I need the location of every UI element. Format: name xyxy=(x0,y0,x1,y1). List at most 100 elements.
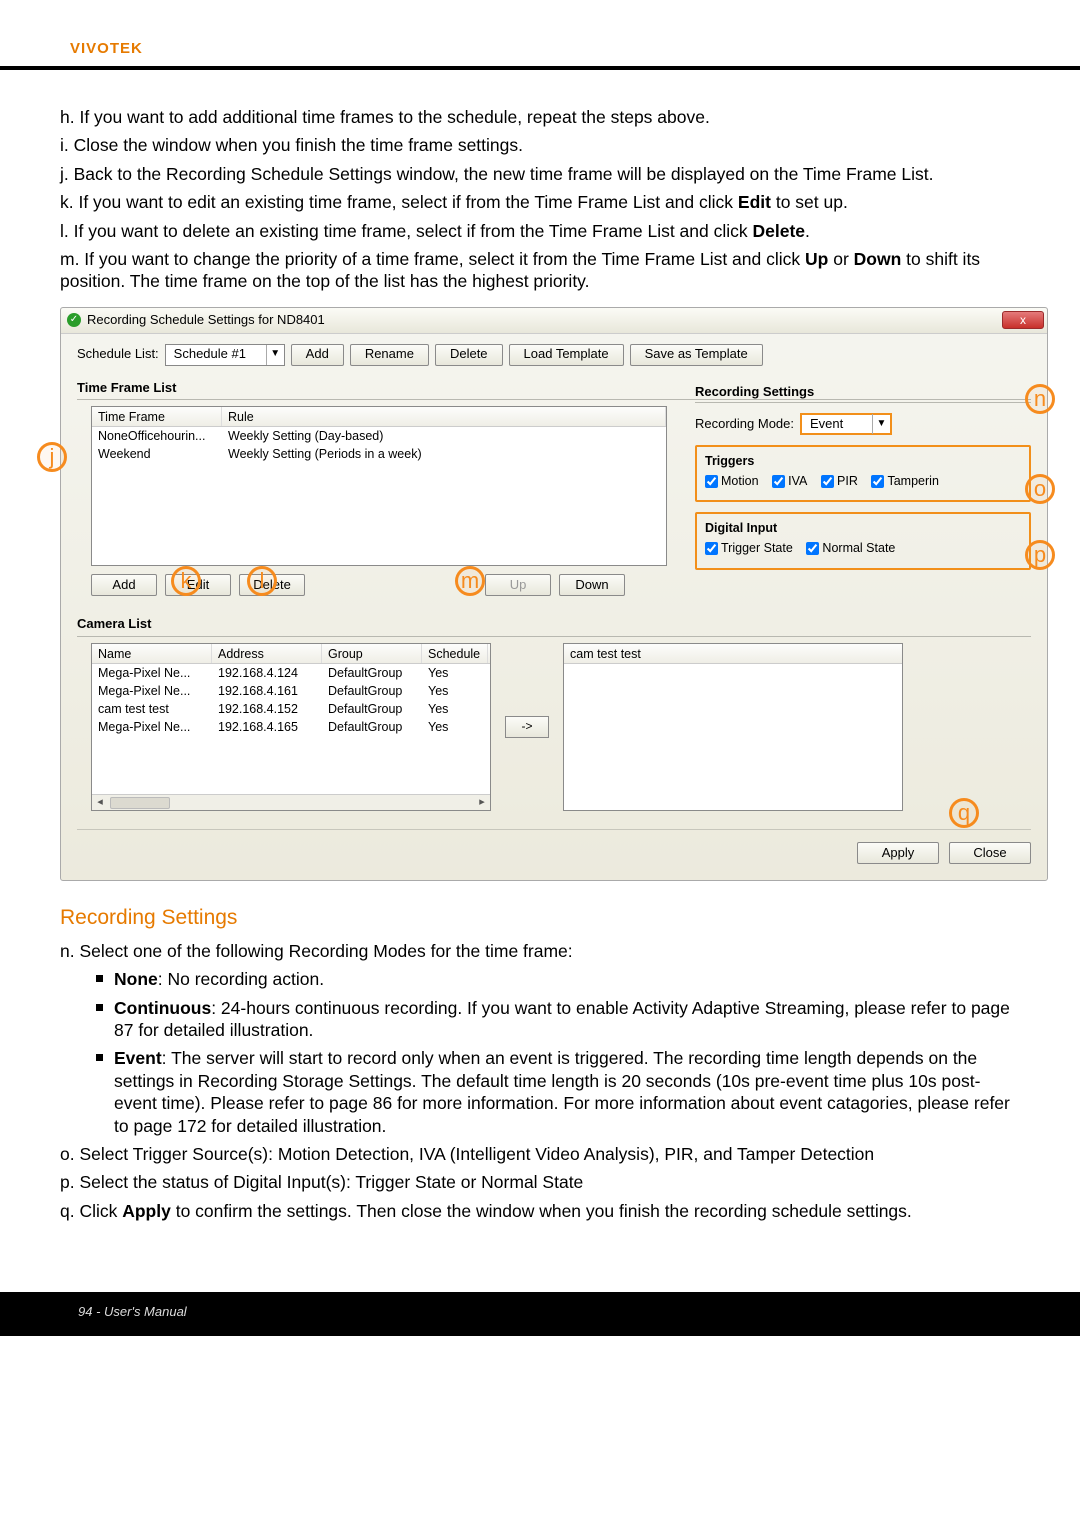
app-icon: ✓ xyxy=(67,313,81,327)
cam-name: Mega-Pixel Ne... xyxy=(92,682,212,700)
triggers-group: Triggers Motion IVA PIR Tamperin xyxy=(695,445,1031,502)
cam-address: 192.168.4.165 xyxy=(212,718,322,736)
cam-group: DefaultGroup xyxy=(322,700,422,718)
annotation-j: j xyxy=(37,442,67,472)
chevron-down-icon[interactable]: ▼ xyxy=(266,345,284,365)
tf-row-rule: Weekly Setting (Periods in a week) xyxy=(222,445,666,463)
titlebar: ✓ Recording Schedule Settings for ND8401… xyxy=(61,308,1047,334)
instr-k-pre: k. If you want to edit an existing time … xyxy=(60,192,738,212)
instr-q-b: Apply xyxy=(122,1201,171,1221)
iva-label: IVA xyxy=(788,473,807,489)
selected-camera-head: cam test test xyxy=(564,644,902,664)
scroll-left-icon[interactable]: ◂ xyxy=(92,795,108,809)
instr-p: p. Select the status of Digital Input(s)… xyxy=(60,1171,1020,1193)
pir-checkbox[interactable]: PIR xyxy=(821,473,858,489)
schedule-list-combo[interactable]: Schedule #1 ▼ xyxy=(165,344,285,366)
cam-h-name: Name xyxy=(92,644,212,663)
time-frame-list[interactable]: Time Frame Rule NoneOfficehourin... Week… xyxy=(91,406,667,566)
instr-q: q. Click Apply to confirm the settings. … xyxy=(60,1200,1020,1222)
tf-edit-button[interactable]: Edit xyxy=(165,574,231,596)
tamper-label: Tamperin xyxy=(887,473,938,489)
normal-state-checkbox[interactable]: Normal State xyxy=(806,540,895,556)
tf-row-name: NoneOfficehourin... xyxy=(92,427,222,445)
cam-schedule: Yes xyxy=(422,682,488,700)
close-icon[interactable]: x xyxy=(1002,311,1044,329)
table-row[interactable]: Mega-Pixel Ne... 192.168.4.124 DefaultGr… xyxy=(92,664,490,682)
instr-k-bold: Edit xyxy=(738,192,771,212)
trigger-state-checkbox[interactable]: Trigger State xyxy=(705,540,793,556)
iva-checkbox[interactable]: IVA xyxy=(772,473,807,489)
selected-camera-box[interactable]: cam test test xyxy=(563,643,903,811)
cam-name: cam test test xyxy=(92,700,212,718)
table-row[interactable]: cam test test 192.168.4.152 DefaultGroup… xyxy=(92,700,490,718)
move-right-button[interactable]: -> xyxy=(505,716,549,738)
tampering-checkbox[interactable]: Tamperin xyxy=(871,473,938,489)
cam-h-schedule: Schedule xyxy=(422,644,488,663)
brand-name: VIVOTEK xyxy=(70,40,143,57)
bullet-cont-txt: : 24-hours continuous recording. If you … xyxy=(114,998,1010,1040)
apply-button[interactable]: Apply xyxy=(857,842,939,864)
schedule-list-label: Schedule List: xyxy=(77,346,159,363)
tf-row-rule: Weekly Setting (Day-based) xyxy=(222,427,666,445)
cam-address: 192.168.4.152 xyxy=(212,700,322,718)
tf-delete-button[interactable]: Delete xyxy=(239,574,305,596)
instr-k: k. If you want to edit an existing time … xyxy=(60,191,1020,213)
load-template-button[interactable]: Load Template xyxy=(509,344,624,366)
delete-schedule-button[interactable]: Delete xyxy=(435,344,503,366)
motion-checkbox[interactable]: Motion xyxy=(705,473,759,489)
camera-list-title: Camera List xyxy=(77,616,1031,633)
camera-list-table[interactable]: Name Address Group Schedule Mega-Pixel N… xyxy=(91,643,491,811)
tf-head-rule: Rule xyxy=(222,407,666,426)
instr-q-pre: q. Click xyxy=(60,1201,122,1221)
tf-add-button[interactable]: Add xyxy=(91,574,157,596)
bullet-event-txt: : The server will start to record only w… xyxy=(114,1048,1010,1135)
horizontal-scrollbar[interactable]: ◂ ▸ xyxy=(92,794,490,810)
cam-schedule: Yes xyxy=(422,664,488,682)
cam-group: DefaultGroup xyxy=(322,682,422,700)
instr-l-post: . xyxy=(805,221,810,241)
instr-l: l. If you want to delete an existing tim… xyxy=(60,220,1020,242)
cam-header: Name Address Group Schedule xyxy=(92,644,490,664)
instr-m-b2: Down xyxy=(854,249,902,269)
cam-group: DefaultGroup xyxy=(322,718,422,736)
table-row[interactable]: Mega-Pixel Ne... 192.168.4.165 DefaultGr… xyxy=(92,718,490,736)
instr-q-post: to confirm the settings. Then close the … xyxy=(171,1201,912,1221)
tf-button-row: Add Edit Delete Up Down xyxy=(91,574,1031,596)
recording-settings-title: Recording Settings xyxy=(695,384,1031,401)
table-row[interactable]: Mega-Pixel Ne... 192.168.4.161 DefaultGr… xyxy=(92,682,490,700)
trigger-state-label: Trigger State xyxy=(721,540,793,556)
cam-h-group: Group xyxy=(322,644,422,663)
instr-j-text: j. Back to the Recording Schedule Settin… xyxy=(60,164,934,184)
recording-mode-row: Recording Mode: Event ▼ xyxy=(695,413,1031,435)
schedule-list-value: Schedule #1 xyxy=(166,346,266,363)
bullet-event-b: Event xyxy=(114,1048,162,1068)
scroll-thumb[interactable] xyxy=(110,797,170,809)
dialog-title: Recording Schedule Settings for ND8401 xyxy=(87,312,325,329)
rename-schedule-button[interactable]: Rename xyxy=(350,344,429,366)
add-schedule-button[interactable]: Add xyxy=(291,344,344,366)
bullet-none-b: None xyxy=(114,969,158,989)
close-button[interactable]: Close xyxy=(949,842,1031,864)
bottom-button-row: Apply Close xyxy=(77,829,1031,864)
cam-h-address: Address xyxy=(212,644,322,663)
tf-row[interactable]: Weekend Weekly Setting (Periods in a wee… xyxy=(92,445,666,463)
page-footer: 94 - User's Manual xyxy=(0,1292,1080,1336)
instr-i: i. Close the window when you finish the … xyxy=(60,134,1020,156)
schedule-row: Schedule List: Schedule #1 ▼ Add Rename … xyxy=(77,344,1031,366)
scroll-right-icon[interactable]: ▸ xyxy=(474,795,490,809)
instr-n: n. Select one of the following Recording… xyxy=(60,940,1020,962)
cam-address: 192.168.4.161 xyxy=(212,682,322,700)
save-template-button[interactable]: Save as Template xyxy=(630,344,763,366)
tf-down-button[interactable]: Down xyxy=(559,574,625,596)
move-column: -> xyxy=(505,643,549,811)
bullet-none-txt: : No recording action. xyxy=(158,969,324,989)
cam-schedule: Yes xyxy=(422,718,488,736)
cam-name: Mega-Pixel Ne... xyxy=(92,664,212,682)
tf-row[interactable]: NoneOfficehourin... Weekly Setting (Day-… xyxy=(92,427,666,445)
chevron-down-icon[interactable]: ▼ xyxy=(872,414,890,434)
instr-l-bold: Delete xyxy=(753,221,806,241)
recording-mode-combo[interactable]: Event ▼ xyxy=(800,413,892,435)
instr-k-post: to set up. xyxy=(771,192,848,212)
instr-l-pre: l. If you want to delete an existing tim… xyxy=(60,221,753,241)
tf-up-button[interactable]: Up xyxy=(485,574,551,596)
